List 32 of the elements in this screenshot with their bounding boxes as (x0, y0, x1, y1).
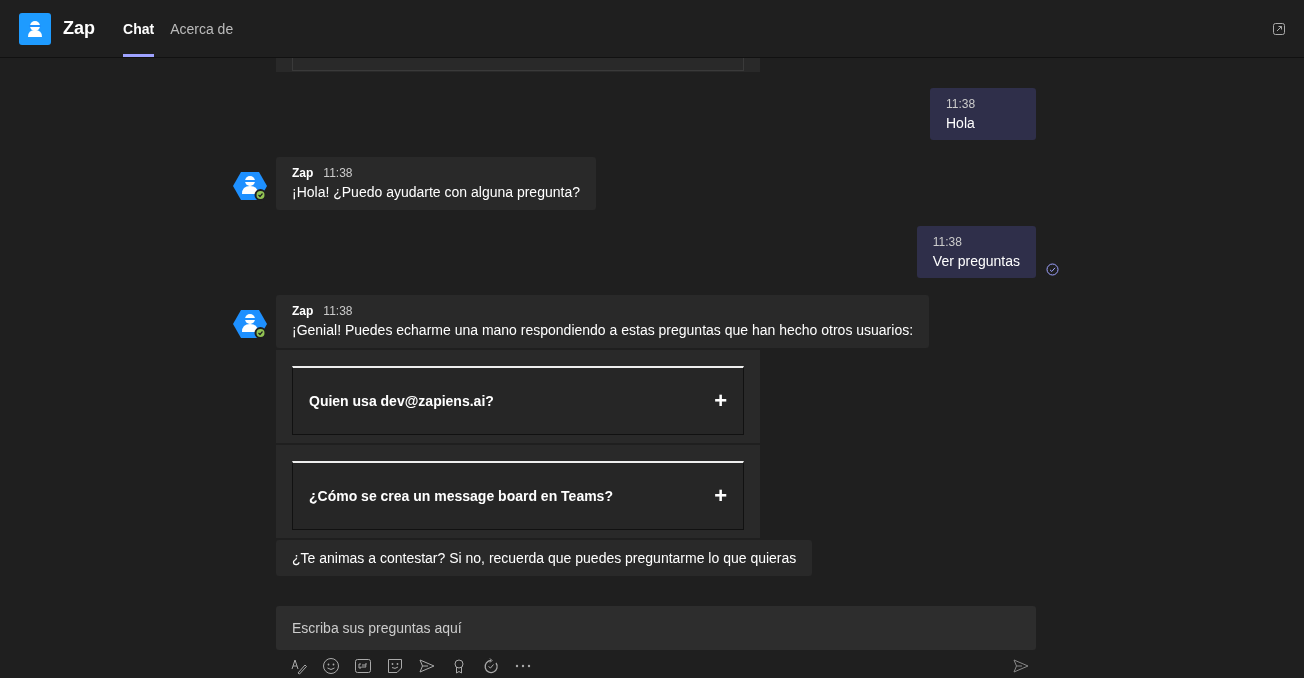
sender-name: Zap (292, 166, 314, 180)
format-icon[interactable] (290, 657, 308, 675)
send-icon[interactable] (1012, 657, 1030, 675)
send-arrow-icon[interactable] (418, 657, 436, 675)
app-logo-icon (19, 12, 51, 45)
expand-icon[interactable]: + (714, 388, 727, 414)
refresh-icon[interactable] (482, 657, 500, 675)
message-text: ¡Genial! Puedes echarme una mano respondiendo a estas preguntas que han hecho otros usuarios: (292, 322, 914, 338)
sticker-icon[interactable] (386, 657, 404, 675)
bot-avatar-icon (232, 170, 268, 202)
message-time: 11:38 (932, 235, 963, 249)
bot-avatar-icon (232, 308, 268, 340)
message-time: 11:38 (946, 97, 977, 111)
tab[interactable]: Acerca de (170, 0, 234, 57)
message-text: Hola (946, 115, 976, 131)
tab[interactable]: Chat (123, 0, 155, 57)
app-name: Zap (63, 18, 95, 39)
question-card[interactable]: ¿Cómo se crea un message board en Teams? + (292, 461, 744, 530)
message-text: Ver preguntas (932, 253, 1020, 269)
message-time: 11:38 (323, 304, 353, 318)
pop-out-icon[interactable] (1272, 21, 1286, 36)
expand-icon[interactable]: + (714, 483, 727, 509)
question-title: Quien usa dev@zapiens.ai? (309, 393, 495, 409)
emoji-icon[interactable] (322, 657, 340, 675)
gif-icon[interactable] (354, 657, 372, 675)
message-input[interactable]: Escriba sus preguntas aquí (276, 606, 1036, 650)
message-time: 11:38 (323, 166, 353, 180)
question-card[interactable]: Quien usa dev@zapiens.ai? + (292, 366, 744, 435)
question-title: ¿Cómo se crea un message board en Teams? (309, 488, 614, 504)
message-text: ¿Te animas a contestar? Si no, recuerda que puedes preguntarme lo que quieras (292, 550, 797, 566)
message-text: ¡Hola! ¿Puedo ayudarte con alguna pregunta? (292, 184, 580, 200)
sender-name: Zap (292, 304, 314, 318)
